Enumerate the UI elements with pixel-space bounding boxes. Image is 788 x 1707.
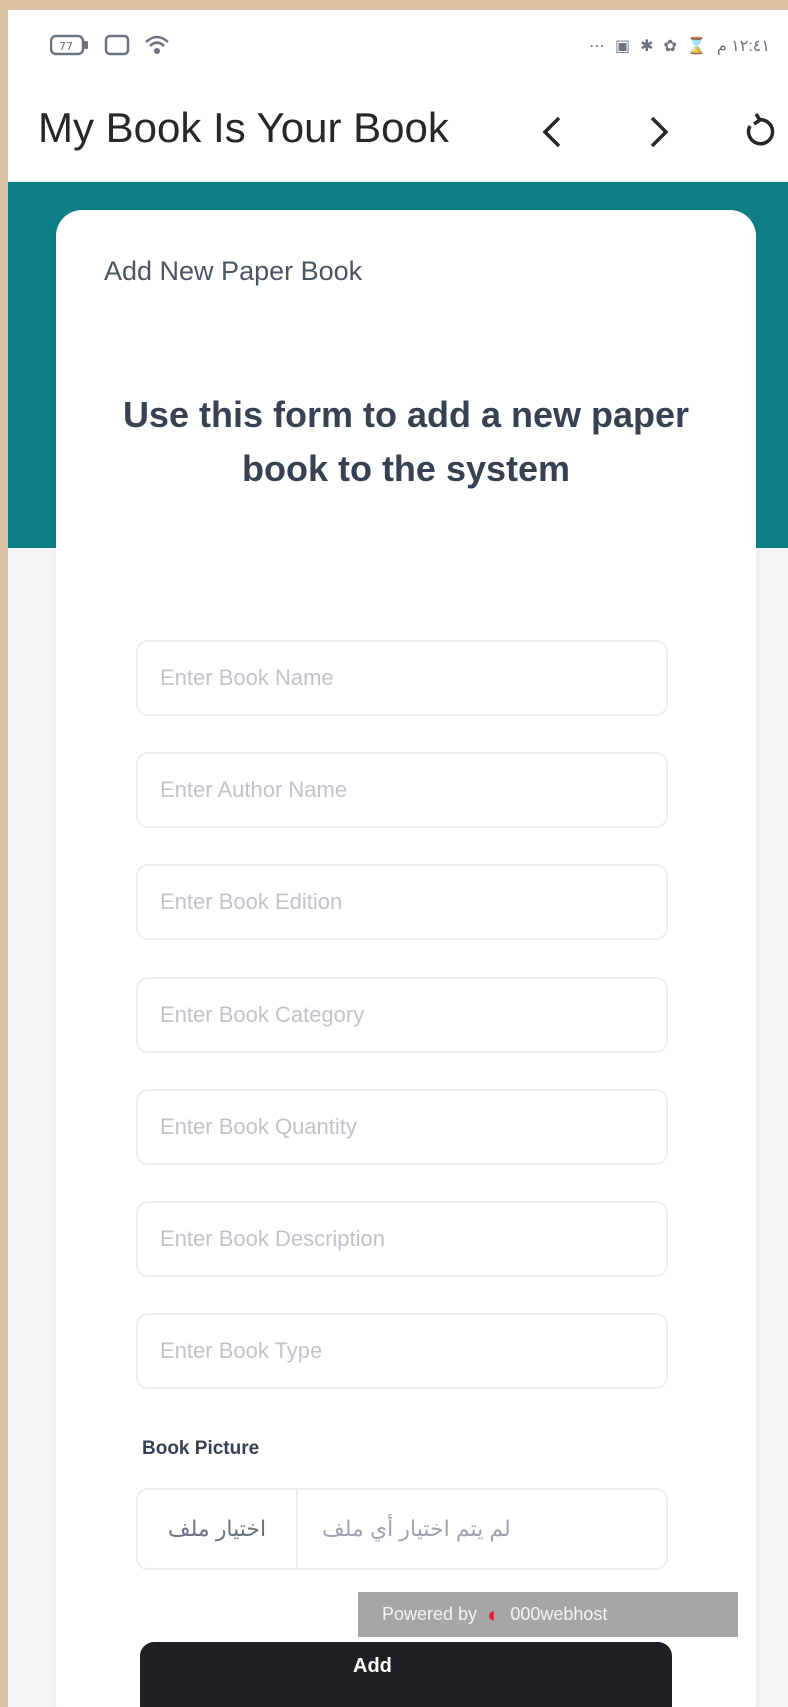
- card-subtitle: Use this form to add a new paper book to…: [122, 394, 690, 489]
- book-name-input[interactable]: [136, 640, 668, 716]
- more-icon: ⋯: [588, 38, 605, 55]
- reload-icon: [746, 113, 775, 146]
- host-logo-icon: ◐: [487, 1601, 501, 1627]
- host-name: 000webhost: [510, 1604, 608, 1624]
- author-name-input[interactable]: [136, 752, 668, 828]
- powered-by-text: Powered by: [382, 1604, 478, 1624]
- chevron-left-icon: [542, 116, 561, 148]
- svg-text:77: 77: [59, 40, 73, 53]
- sim-icon: [104, 34, 130, 62]
- status-left: 77: [49, 34, 170, 62]
- battery-indicator-icon: 77: [49, 34, 90, 62]
- book-description-input[interactable]: [136, 1201, 668, 1277]
- notification-icon: ▣: [614, 38, 631, 55]
- status-time: ١٢:٤١ م: [716, 38, 770, 55]
- alarm-icon: ✿: [663, 38, 677, 55]
- form-card: Add New Paper Book Use this form to add …: [56, 210, 756, 1707]
- choose-file-button[interactable]: اختيار ملف: [138, 1490, 298, 1568]
- forward-button[interactable]: [628, 102, 688, 162]
- back-button[interactable]: [523, 102, 583, 162]
- book-picture-file-input[interactable]: اختيار ملف لم يتم اختيار أي ملف: [136, 1488, 668, 1570]
- book-picture-label: Book Picture: [142, 1438, 260, 1459]
- chevron-right-icon: [650, 116, 669, 148]
- book-quantity-input[interactable]: [136, 1089, 668, 1165]
- add-book-button[interactable]: [140, 1642, 672, 1707]
- phone-screen: 77 ⋯ ▣ ✱ ✿ ⌛ ١٢:٤١ م My Book Is Your Boo…: [8, 10, 788, 1707]
- book-edition-input[interactable]: [136, 864, 668, 940]
- timer-icon: ⌛: [686, 38, 707, 55]
- app-bar: My Book Is Your Book: [8, 90, 788, 182]
- add-button-label: Add: [353, 1655, 392, 1677]
- status-right: ⋯ ▣ ✱ ✿ ⌛ ١٢:٤١ م: [589, 36, 770, 56]
- file-status-text: لم يتم اختيار أي ملف: [322, 1516, 511, 1541]
- reload-button[interactable]: [728, 102, 788, 162]
- card-header: Add New Paper Book: [104, 256, 363, 286]
- settings-icon: ✱: [640, 38, 654, 55]
- book-category-input[interactable]: [136, 977, 668, 1053]
- status-bar: 77 ⋯ ▣ ✱ ✿ ⌛ ١٢:٤١ م: [8, 10, 788, 90]
- wifi-icon: [144, 34, 170, 62]
- app-title: My Book Is Your Book: [38, 104, 449, 151]
- powered-by-badge[interactable]: Powered by ◐ 000webhost: [358, 1592, 738, 1637]
- book-type-input[interactable]: [136, 1313, 668, 1389]
